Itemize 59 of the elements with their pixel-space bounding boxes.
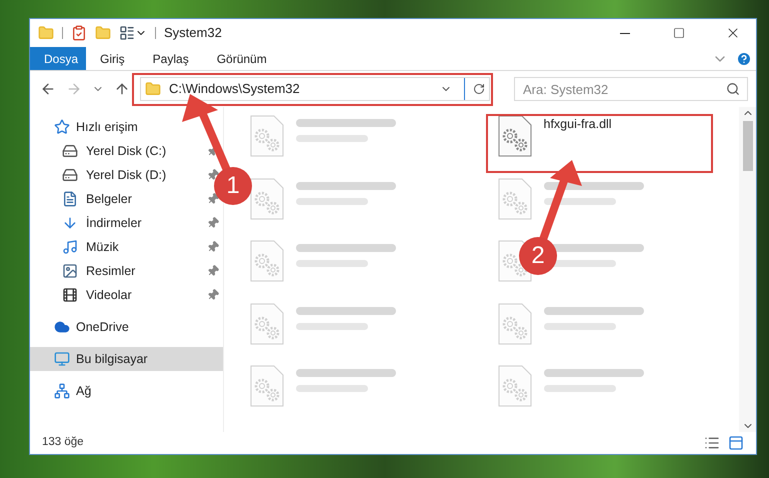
minimize-icon — [620, 32, 630, 34]
search-field[interactable]: Ara: System32 — [514, 77, 748, 101]
document-icon — [62, 191, 78, 207]
blurred-type-bar — [296, 198, 368, 205]
blurred-type-bar — [296, 322, 368, 330]
sidebar-item[interactable]: Müzik — [62, 238, 119, 256]
gear-file-icon — [498, 365, 532, 408]
sidebar-item[interactable]: İndirmeler — [62, 214, 142, 232]
scrollbar-thumb[interactable] — [742, 121, 752, 171]
gear-file-icon — [250, 365, 284, 408]
address-path: C:\Windows\System32 — [169, 80, 300, 98]
sidebar-item[interactable]: Hızlı erişim — [30, 115, 223, 139]
file-name[interactable]: hfxgui-fra.dll — [544, 115, 612, 134]
gear-file-icon — [498, 302, 532, 345]
ribbon-tab[interactable]: Giriş — [86, 47, 139, 70]
sidebar-item[interactable]: Videolar — [62, 286, 132, 304]
sidebar-item[interactable]: Yerel Disk (D:) — [62, 166, 166, 184]
folder-icon — [145, 81, 161, 97]
film-icon — [62, 287, 78, 303]
help-icon[interactable] — [736, 50, 752, 66]
address-field[interactable]: C:\Windows\System32 — [140, 77, 490, 101]
sidebar-item[interactable]: Yerel Disk (C:) — [62, 142, 166, 160]
sidebar-item[interactable]: Bu bilgisayar — [30, 347, 223, 371]
drive-icon — [62, 167, 78, 183]
sidebar-item[interactable]: Belgeler — [62, 190, 132, 208]
monitor-icon — [54, 351, 70, 367]
properties-icon[interactable] — [71, 25, 87, 41]
refresh-icon[interactable] — [473, 83, 485, 95]
gear-file-icon — [498, 115, 532, 157]
window-title: System32 — [164, 24, 222, 42]
cloud-icon — [54, 319, 70, 335]
item-count: 133 öğe — [42, 435, 84, 450]
scrollbar[interactable] — [739, 107, 756, 432]
gear-file-icon — [250, 302, 284, 345]
gear-file-icon — [250, 178, 284, 220]
ribbon-tab[interactable]: Paylaş — [138, 47, 203, 70]
network-icon — [54, 383, 70, 399]
music-note-icon — [62, 239, 78, 255]
picture-icon — [62, 263, 78, 279]
drive-icon — [62, 143, 78, 159]
ribbon-tab[interactable]: Görünüm — [202, 47, 281, 70]
blurred-type-bar — [544, 322, 616, 330]
large-icons-view-icon[interactable] — [728, 435, 744, 451]
gear-file-icon — [250, 240, 284, 282]
sidebar-item[interactable]: OneDrive — [30, 315, 223, 339]
search-icon — [726, 82, 740, 96]
gear-file-icon — [250, 115, 284, 157]
maximize-icon — [673, 27, 685, 39]
blurred-type-bar — [296, 385, 368, 392]
ribbon-tab[interactable]: Dosya — [30, 47, 86, 70]
gear-file-icon — [498, 178, 532, 220]
sidebar-item[interactable]: Resimler — [62, 262, 136, 280]
blurred-type-bar — [296, 135, 368, 142]
star-icon — [54, 119, 70, 135]
blurred-type-bar — [544, 385, 616, 392]
sidebar-item[interactable]: Ağ — [30, 379, 223, 403]
list-icon[interactable] — [119, 25, 135, 41]
details-view-icon[interactable] — [704, 435, 720, 451]
blurred-type-bar — [296, 260, 368, 268]
